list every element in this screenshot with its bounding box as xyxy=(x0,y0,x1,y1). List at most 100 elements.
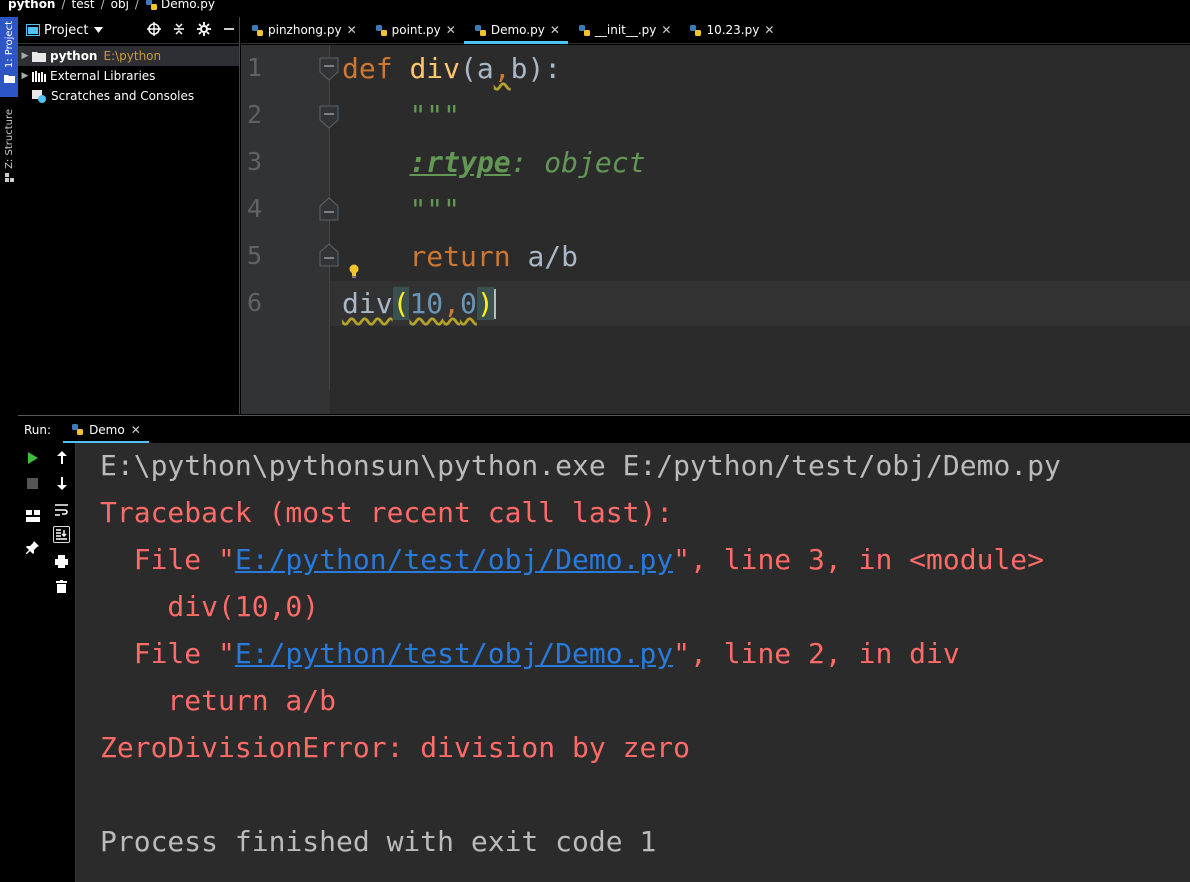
close-icon[interactable]: ✕ xyxy=(131,423,141,437)
console-frame-2-code: return a/b xyxy=(100,684,337,717)
chevron-down-icon[interactable] xyxy=(94,27,104,33)
structure-icon xyxy=(4,172,14,182)
line-number: 3 xyxy=(247,147,263,176)
tab-label: 10.23.py xyxy=(706,23,760,37)
close-icon[interactable]: ✕ xyxy=(661,23,671,37)
text-caret xyxy=(493,289,496,319)
tab-init[interactable]: __init__.py ✕ xyxy=(568,17,680,44)
console-error-message: ZeroDivisionError: division by zero xyxy=(100,731,691,764)
fold-marker-icon[interactable] xyxy=(319,57,339,81)
python-file-icon xyxy=(578,24,591,37)
console-command-line: E:\python\pythonsun\python.exe E:/python… xyxy=(100,449,1061,482)
project-tool-label: 1: Project xyxy=(3,21,15,69)
tree-item-path: E:\python xyxy=(103,49,162,63)
gear-icon[interactable] xyxy=(197,22,211,36)
project-view-selector[interactable]: Project xyxy=(44,23,88,38)
soft-wrap-icon[interactable] xyxy=(53,501,70,518)
run-toolbar-primary xyxy=(18,443,47,882)
code-editor[interactable]: 1 2 3 4 5 6 def div(a,b): """ :rtype: ob… xyxy=(241,45,1190,414)
python-file-icon xyxy=(689,24,702,37)
project-tree: ▶ python E:\python ▶ External Libraries … xyxy=(18,46,239,106)
close-icon[interactable]: ✕ xyxy=(446,23,456,37)
tree-item-scratches[interactable]: Scratches and Consoles xyxy=(18,86,239,106)
tree-item-external-libraries[interactable]: ▶ External Libraries xyxy=(18,66,239,86)
trash-icon[interactable] xyxy=(53,578,70,595)
project-tool-button[interactable]: 1: Project xyxy=(0,17,18,97)
scroll-to-end-icon[interactable] xyxy=(53,526,70,543)
collapse-all-icon[interactable] xyxy=(173,22,185,36)
line-number: 2 xyxy=(247,100,263,129)
locate-icon[interactable] xyxy=(147,22,161,36)
scratches-icon xyxy=(32,89,47,103)
fold-marker-icon[interactable] xyxy=(319,105,339,129)
breadcrumb-separator: / xyxy=(100,0,105,11)
tab-pinzhong[interactable]: pinzhong.py ✕ xyxy=(241,17,365,44)
project-view-icon xyxy=(26,24,40,36)
structure-tool-button[interactable]: Z: Structure xyxy=(0,109,18,199)
lightbulb-icon[interactable] xyxy=(348,264,360,278)
console-output[interactable]: E:\python\pythonsun\python.exe E:/python… xyxy=(76,443,1190,882)
file-link[interactable]: E:/python/test/obj/Demo.py xyxy=(235,637,673,670)
console-traceback-header: Traceback (most recent call last): xyxy=(100,496,674,529)
run-tab-demo[interactable]: Demo ✕ xyxy=(63,416,149,444)
console-frame-1: File "E:/python/test/obj/Demo.py", line … xyxy=(100,543,1045,576)
console-frame-2: File "E:/python/test/obj/Demo.py", line … xyxy=(100,637,960,670)
line-number: 1 xyxy=(247,53,263,82)
breadcrumb-separator: / xyxy=(61,0,66,11)
breadcrumb-item-test[interactable]: test xyxy=(72,0,95,10)
expand-arrow-icon[interactable]: ▶ xyxy=(18,51,32,61)
layout-icon[interactable] xyxy=(24,507,41,524)
folder-icon xyxy=(3,74,15,84)
print-icon[interactable] xyxy=(53,553,70,570)
minimize-icon[interactable] xyxy=(223,23,235,35)
console-frame-1-code: div(10,0) xyxy=(100,590,320,623)
editor-tab-bar: pinzhong.py ✕ point.py ✕ Demo.py ✕ __ini… xyxy=(241,17,1190,44)
breadcrumb-item-python[interactable]: python xyxy=(8,0,55,10)
breadcrumb-item-obj[interactable]: obj xyxy=(111,0,129,10)
tree-item-python[interactable]: ▶ python E:\python xyxy=(18,46,239,66)
python-file-icon xyxy=(375,24,388,37)
line-number: 6 xyxy=(247,288,263,317)
left-tool-stripe: 1: Project Z: Structure xyxy=(0,17,18,882)
code-line-3: :rtype: object xyxy=(409,146,646,179)
tab-point[interactable]: point.py ✕ xyxy=(365,17,464,44)
tree-item-label: python xyxy=(50,49,98,63)
python-file-icon xyxy=(251,24,264,37)
project-panel: Project ▶ python E:\python ▶ External Li… xyxy=(18,17,240,414)
run-toolbar-secondary xyxy=(47,443,76,882)
breadcrumb-item-file[interactable]: Demo.py xyxy=(145,0,215,11)
tab-label: point.py xyxy=(391,23,441,37)
folder-icon xyxy=(32,51,46,62)
code-line-2: """ xyxy=(409,99,461,132)
breadcrumb-file-label: Demo.py xyxy=(160,0,215,11)
arrow-up-icon[interactable] xyxy=(53,449,70,466)
code-line-1: def div(a,b): xyxy=(342,52,562,85)
code-line-6: div(10,0) xyxy=(342,287,496,320)
file-link[interactable]: E:/python/test/obj/Demo.py xyxy=(235,543,673,576)
line-number: 5 xyxy=(247,241,263,270)
close-icon[interactable]: ✕ xyxy=(347,23,357,37)
library-icon xyxy=(32,70,46,82)
breadcrumb: python / test / obj / Demo.py xyxy=(0,0,1190,17)
fold-end-icon[interactable] xyxy=(319,197,339,221)
tab-label: pinzhong.py xyxy=(268,23,342,37)
expand-arrow-icon[interactable]: ▶ xyxy=(18,71,32,81)
python-file-icon xyxy=(145,0,158,11)
pin-icon[interactable] xyxy=(24,539,41,556)
run-label: Run: xyxy=(24,422,52,437)
tab-demo[interactable]: Demo.py ✕ xyxy=(463,17,568,44)
close-icon[interactable]: ✕ xyxy=(550,23,560,37)
tab-label: __init__.py xyxy=(594,23,657,37)
fold-end-icon[interactable] xyxy=(319,243,339,267)
python-file-icon xyxy=(71,423,84,436)
stop-icon[interactable] xyxy=(24,475,41,492)
arrow-down-icon[interactable] xyxy=(53,475,70,492)
rerun-icon[interactable] xyxy=(24,449,41,466)
code-line-4: """ xyxy=(409,193,461,226)
breadcrumb-separator: / xyxy=(134,0,139,11)
line-number: 4 xyxy=(247,194,263,223)
code-line-5: return a/b xyxy=(409,240,579,273)
close-icon[interactable]: ✕ xyxy=(764,23,774,37)
tab-label: Demo.py xyxy=(490,23,545,37)
tab-10-23[interactable]: 10.23.py ✕ xyxy=(679,17,782,44)
